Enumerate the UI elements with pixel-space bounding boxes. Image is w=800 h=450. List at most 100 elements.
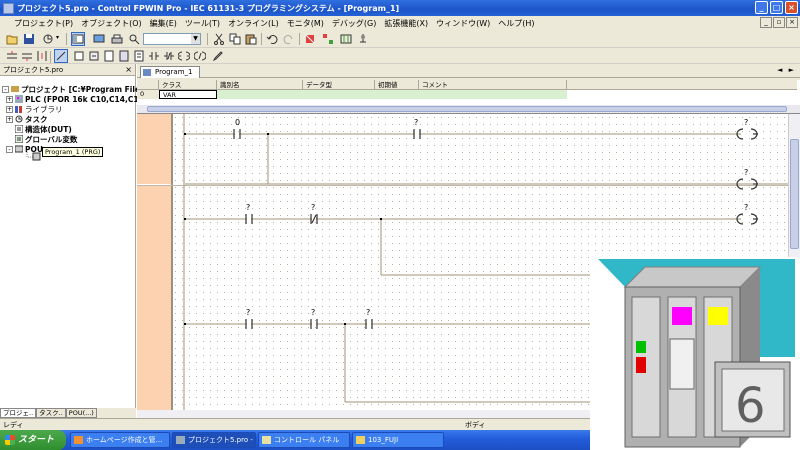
contact-label[interactable]: ? xyxy=(311,203,315,212)
save-icon[interactable] xyxy=(23,33,35,45)
expand-icon[interactable]: + xyxy=(6,105,13,113)
class-cell[interactable]: VAR xyxy=(159,90,217,99)
tab-pou[interactable]: POU(...) xyxy=(65,408,97,418)
start-button[interactable]: スタート xyxy=(0,430,66,450)
toolbar-combo[interactable]: ▼ xyxy=(143,33,201,45)
insert-rung-above-icon[interactable] xyxy=(6,50,18,62)
collapse-icon[interactable]: - xyxy=(2,85,9,93)
return-icon[interactable] xyxy=(133,50,145,62)
global-vars-icon xyxy=(15,135,23,143)
tree-item-dut[interactable]: 構造体(DUT) xyxy=(15,124,72,134)
tab-project[interactable]: プロジェ.. xyxy=(0,408,37,418)
coil-label[interactable]: ? xyxy=(744,118,748,127)
coil-icon[interactable] xyxy=(88,50,100,62)
project-view-icon[interactable] xyxy=(71,32,85,46)
tree-item-task[interactable]: + タスク xyxy=(6,114,48,124)
contact-label[interactable]: ? xyxy=(366,308,370,317)
coil-label[interactable]: ? xyxy=(744,203,748,212)
jump-icon[interactable] xyxy=(118,50,130,62)
tab-scroll-arrows[interactable]: ◄ ► xyxy=(777,66,796,74)
redo-icon[interactable] xyxy=(283,33,295,45)
tree-item-global-vars[interactable]: グローバル変数 xyxy=(15,134,77,144)
identifier-cell[interactable] xyxy=(217,90,303,99)
pin-icon[interactable] xyxy=(357,33,369,45)
variable-table-scrollbar[interactable] xyxy=(137,105,800,113)
tab-program-1[interactable]: Program_1 xyxy=(140,66,200,78)
program-tooltip[interactable]: Program_1 (PRG) xyxy=(42,147,104,157)
edit-mode-icon[interactable] xyxy=(212,50,224,62)
menu-extensions[interactable]: 拡張機能(X) xyxy=(380,18,432,29)
navigator-tabs: プロジェ.. タスク.. POU(...) xyxy=(0,408,136,418)
select-mode-icon[interactable] xyxy=(54,49,68,63)
insert-rung-below-icon[interactable] xyxy=(21,50,33,62)
bookmark-icon[interactable] xyxy=(304,33,316,45)
navigator-title: プロジェクト5.pro xyxy=(3,66,64,74)
function-block-icon[interactable] xyxy=(103,50,115,62)
maximize-button[interactable]: □ xyxy=(770,1,783,14)
search-icon[interactable] xyxy=(128,33,140,45)
menu-object[interactable]: オブジェクト(O) xyxy=(77,18,146,29)
contact-label[interactable]: ? xyxy=(246,203,250,212)
menu-window[interactable]: ウィンドウ(W) xyxy=(432,18,494,29)
task-icon xyxy=(15,115,23,123)
contact-label[interactable]: ? xyxy=(311,308,315,317)
menu-project[interactable]: プロジェクト(P) xyxy=(0,18,77,29)
contact-label[interactable]: ? xyxy=(246,308,250,317)
tab-tasks[interactable]: タスク.. xyxy=(36,408,66,418)
new-file-icon[interactable] xyxy=(6,33,18,45)
compile-icon[interactable] xyxy=(42,33,54,45)
cross-reference-icon[interactable] xyxy=(340,33,352,45)
copy-icon[interactable] xyxy=(229,33,241,45)
cut-icon[interactable] xyxy=(213,33,225,45)
negated-coil-icon[interactable] xyxy=(194,50,206,62)
comment-icon[interactable] xyxy=(148,50,160,62)
expand-icon[interactable]: + xyxy=(6,115,13,123)
navigator-close-button[interactable]: × xyxy=(125,64,132,76)
contact-label[interactable]: 0 xyxy=(235,118,240,127)
document-tabs: Program_1 ◄ ► xyxy=(137,64,800,78)
expand-icon[interactable]: + xyxy=(6,95,13,103)
navigator-header: プロジェクト5.pro × xyxy=(0,64,135,76)
mdi-controls: _ ▫ × xyxy=(760,17,798,28)
contact-label[interactable]: ? xyxy=(414,118,418,127)
negated-contact-icon[interactable] xyxy=(163,50,175,62)
taskbar-item-folder[interactable]: 103_FUJI xyxy=(352,432,444,448)
program-icon xyxy=(26,150,41,161)
tree-item-plc[interactable]: + PLC (FPOR 16k C10,C14,C1 xyxy=(6,94,139,104)
output-coil-icon[interactable] xyxy=(178,50,190,62)
mdi-minimize-button[interactable]: _ xyxy=(760,17,772,28)
column-identifier[interactable]: 識別名 xyxy=(217,80,303,90)
paste-icon[interactable] xyxy=(245,33,257,45)
menu-monitor[interactable]: モニタ(M) xyxy=(283,18,328,29)
close-button[interactable]: × xyxy=(785,1,798,14)
column-comment[interactable]: コメント xyxy=(419,80,567,90)
table-row[interactable]: 0 VAR xyxy=(137,90,567,99)
mdi-close-button[interactable]: × xyxy=(786,17,798,28)
print-icon[interactable] xyxy=(111,33,123,45)
taskbar-item-fpwin[interactable]: プロジェクト5.pro - Con... xyxy=(172,432,256,448)
column-data-type[interactable]: データ型 xyxy=(303,80,375,90)
insert-column-icon[interactable] xyxy=(36,50,48,62)
menu-tools[interactable]: ツール(T) xyxy=(181,18,224,29)
taskbar-item-homepage[interactable]: ホームページ作成と管... xyxy=(70,432,170,448)
minimize-button[interactable]: _ xyxy=(755,1,768,14)
column-initial-value[interactable]: 初期値 xyxy=(375,80,419,90)
monitor-icon[interactable] xyxy=(93,33,105,45)
menu-online[interactable]: オンライン(L) xyxy=(224,18,283,29)
taskbar-item-control-panel[interactable]: コントロール パネル xyxy=(258,432,350,448)
menu-debug[interactable]: デバッグ(G) xyxy=(328,18,380,29)
undo-icon[interactable] xyxy=(266,33,278,45)
column-class[interactable]: クラス xyxy=(159,80,217,90)
library-icon xyxy=(15,106,22,113)
coil-label[interactable]: ? xyxy=(744,168,748,177)
tree-item-library[interactable]: + ライブラリ xyxy=(6,104,63,114)
mdi-restore-button[interactable]: ▫ xyxy=(773,17,785,28)
initial-value-cell[interactable] xyxy=(375,90,419,99)
contact-icon[interactable] xyxy=(73,50,85,62)
data-type-cell[interactable] xyxy=(303,90,375,99)
comment-cell[interactable] xyxy=(419,90,567,99)
find-replace-icon[interactable] xyxy=(322,33,334,45)
menu-help[interactable]: ヘルプ(H) xyxy=(494,18,538,29)
menu-edit[interactable]: 編集(E) xyxy=(146,18,181,29)
collapse-icon[interactable]: - xyxy=(6,145,13,153)
